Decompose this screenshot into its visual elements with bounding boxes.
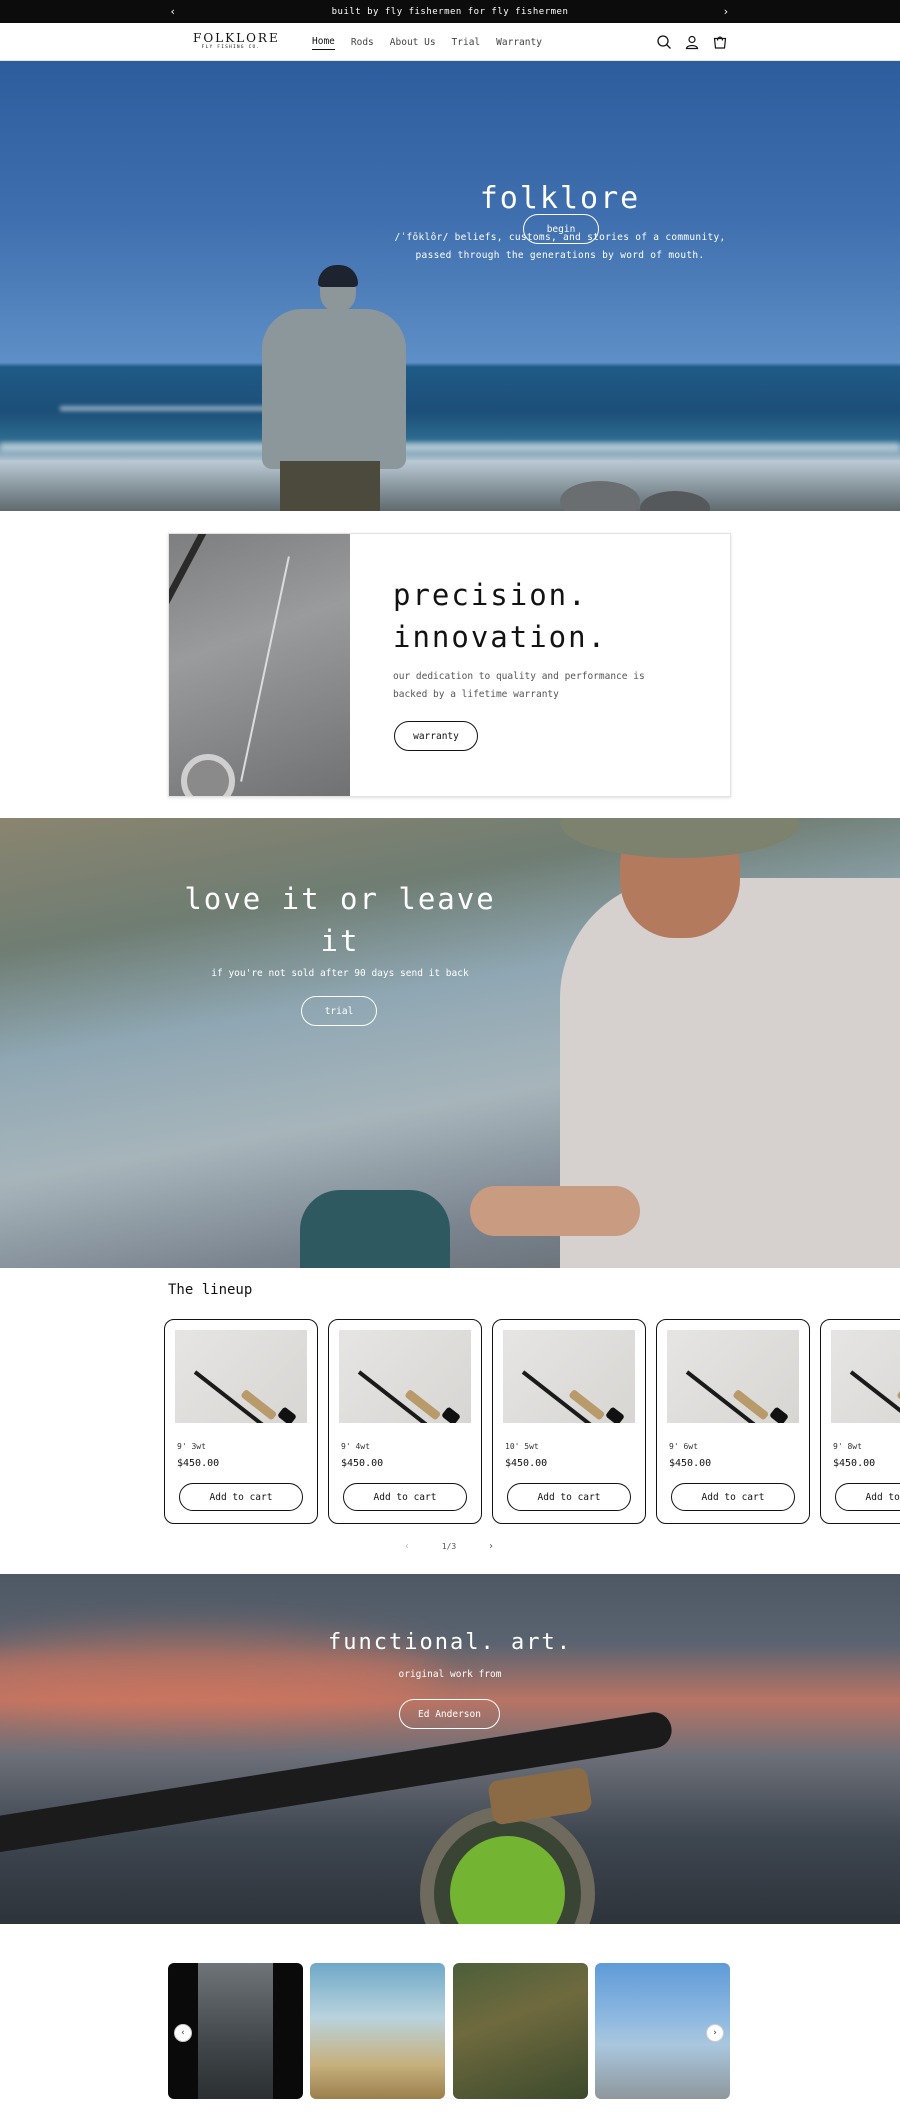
photo-gallery: ‹ › [168, 1963, 732, 2099]
precision-text: our dedication to quality and performanc… [393, 671, 645, 700]
gallery-prev-button[interactable]: ‹ [174, 2024, 192, 2042]
product-carousel: 9' 3wt $450.00 Add to cart 9' 4wt $450.0… [164, 1319, 900, 1526]
product-name[interactable]: 9' 4wt [341, 1442, 370, 1451]
trial-banner: love it or leave it if you're not sold a… [0, 818, 900, 1268]
carousel-page-indicator: 1/3 [441, 1541, 457, 1551]
nav-about-us[interactable]: About Us [390, 35, 436, 50]
carousel-next-button[interactable]: › [488, 1541, 494, 1552]
announcement-bar: ‹ built by fly fishermen for fly fisherm… [0, 0, 900, 23]
rod-butt-shape [441, 1406, 461, 1423]
product-name[interactable]: 10' 5wt [505, 1442, 539, 1451]
precision-section: precision. innovation. our dedication to… [168, 533, 731, 797]
fisherman-cap [318, 265, 358, 287]
angler-hat [560, 818, 800, 858]
rod-butt-shape [277, 1406, 297, 1423]
hero-rock [640, 491, 710, 511]
gallery-photo-angler [198, 1963, 273, 2099]
product-name[interactable]: 9' 8wt [833, 1442, 862, 1451]
ed-anderson-button[interactable]: Ed Anderson [399, 1699, 500, 1729]
announcement-next-button[interactable]: › [715, 0, 737, 23]
rod-blank-shape [849, 1370, 900, 1423]
logo-main-text: FOLKLORE [193, 31, 280, 45]
product-card[interactable]: 9' 3wt $450.00 Add to cart [164, 1319, 318, 1524]
hero-subtitle-line: passed through the generations by word o… [415, 250, 705, 261]
trial-button[interactable]: trial [301, 996, 377, 1026]
fisherman-body [262, 309, 406, 469]
add-to-cart-button[interactable]: Add to cart [835, 1483, 900, 1511]
rod-grip-shape [240, 1388, 278, 1421]
logo-sub-text: FLY FISHING CO. [201, 45, 261, 50]
hero-title: folklore [479, 181, 641, 216]
account-icon[interactable] [684, 34, 700, 50]
add-to-cart-button[interactable]: Add to cart [179, 1483, 303, 1511]
cork-grip-shape [487, 1766, 593, 1826]
logo[interactable]: FOLKLORE FLY FISHING CO. [193, 31, 280, 52]
product-image[interactable] [503, 1330, 635, 1423]
gallery-image[interactable] [453, 1963, 588, 2099]
product-price: $450.00 [341, 1458, 384, 1469]
fisherman-pants [280, 461, 380, 511]
art-text: original work from [398, 1669, 502, 1680]
nav-trial[interactable]: Trial [452, 35, 481, 50]
angler-hand [470, 1186, 640, 1236]
fly-line-shape [240, 556, 290, 782]
product-card[interactable]: 9' 6wt $450.00 Add to cart [656, 1319, 810, 1524]
product-card[interactable]: 9' 4wt $450.00 Add to cart [328, 1319, 482, 1524]
add-to-cart-button[interactable]: Add to cart [671, 1483, 795, 1511]
rod-grip-shape [732, 1388, 770, 1421]
rod-on-rock-image [169, 534, 350, 796]
hero-surf [0, 443, 900, 451]
product-image[interactable] [339, 1330, 471, 1423]
functional-art-banner: functional. art. original work from Ed A… [0, 1574, 900, 1924]
search-icon[interactable] [656, 34, 672, 50]
rod-grip-shape [404, 1388, 442, 1421]
add-to-cart-button[interactable]: Add to cart [343, 1483, 467, 1511]
begin-button[interactable]: begin [523, 214, 599, 244]
header-icons [656, 23, 728, 61]
carousel-prev-button[interactable]: ‹ [404, 1541, 410, 1552]
product-price: $450.00 [505, 1458, 548, 1469]
product-card[interactable]: 10' 5wt $450.00 Add to cart [492, 1319, 646, 1524]
cart-icon[interactable] [712, 34, 728, 50]
product-name[interactable]: 9' 6wt [669, 1442, 698, 1451]
main-nav: Home Rods About Us Trial Warranty [312, 23, 542, 61]
gallery-next-button[interactable]: › [706, 2024, 724, 2042]
product-image[interactable] [831, 1330, 900, 1423]
warranty-button[interactable]: warranty [394, 721, 478, 751]
rod-butt-shape [769, 1406, 789, 1423]
product-name[interactable]: 9' 3wt [177, 1442, 206, 1451]
product-image[interactable] [175, 1330, 307, 1423]
product-price: $450.00 [177, 1458, 220, 1469]
nav-rods[interactable]: Rods [351, 35, 374, 50]
site-header: FOLKLORE FLY FISHING CO. Home Rods About… [0, 23, 900, 61]
precision-heading: precision. innovation. [393, 574, 693, 658]
hero-banner: folklore /ˈfōklôr/ beliefs, customs, and… [0, 61, 900, 511]
trial-heading: love it or leave it [184, 882, 496, 958]
hero-surf [60, 406, 280, 411]
rod-grip-shape [568, 1388, 606, 1421]
trial-text: if you're not sold after 90 days send it… [211, 968, 469, 979]
precision-heading-line: precision. [393, 578, 588, 612]
product-image[interactable] [667, 1330, 799, 1423]
product-card[interactable]: 9' 8wt $450.00 Add to cart [820, 1319, 900, 1524]
nav-home[interactable]: Home [312, 34, 335, 50]
announcement-prev-button[interactable]: ‹ [162, 0, 184, 23]
gallery-image[interactable] [310, 1963, 445, 2099]
announcement-text: built by fly fishermen for fly fishermen [331, 6, 569, 17]
nav-warranty[interactable]: Warranty [496, 35, 542, 50]
rod-shape [169, 534, 216, 783]
art-heading: functional. art. [328, 1630, 572, 1655]
reel-shape [181, 754, 235, 796]
precision-heading-line: innovation. [393, 620, 608, 654]
hero-rock [560, 481, 640, 511]
rod-butt-shape [605, 1406, 625, 1423]
add-to-cart-button[interactable]: Add to cart [507, 1483, 631, 1511]
product-price: $450.00 [669, 1458, 712, 1469]
product-price: $450.00 [833, 1458, 876, 1469]
fly-box [300, 1190, 450, 1268]
carousel-pager: ‹ 1/3 › [404, 1538, 494, 1554]
lineup-heading: The lineup [168, 1282, 253, 1298]
